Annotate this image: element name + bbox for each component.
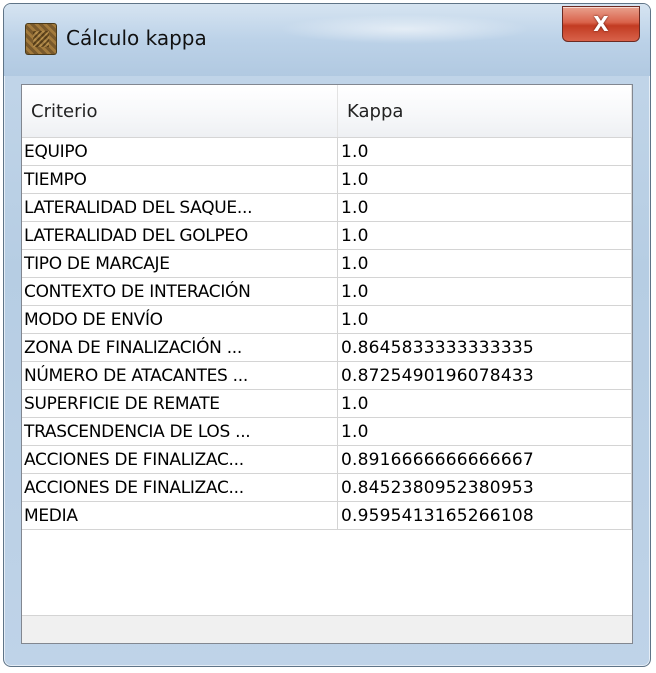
- criterio-cell: EQUIPO: [22, 138, 338, 165]
- criterio-cell: LATERALIDAD DEL SAQUE...: [22, 194, 338, 221]
- kappa-cell: 0.8916666666666667: [338, 446, 632, 473]
- kappa-cell: 1.0: [338, 250, 632, 277]
- kappa-cell: 1.0: [338, 194, 632, 221]
- kappa-cell: 0.8452380952380953: [338, 474, 632, 501]
- criterio-cell: TRASCENDENCIA DE LOS ...: [22, 418, 338, 445]
- table-row[interactable]: MODO DE ENVÍO 1.0: [22, 306, 632, 334]
- kappa-cell: 1.0: [338, 138, 632, 165]
- criterio-cell: SUPERFICIE DE REMATE: [22, 390, 338, 417]
- table-container: Criterio Kappa EQUIPO 1.0 TIEMPO 1.0 LATER…: [21, 84, 633, 644]
- kappa-cell: 1.0: [338, 278, 632, 305]
- kappa-cell: 1.0: [338, 390, 632, 417]
- table-row[interactable]: ACCIONES DE FINALIZAC... 0.89166666666666…: [22, 446, 632, 474]
- dialog-window: Cálculo kappa X Criterio Kappa EQUIPO 1.0…: [3, 3, 651, 667]
- table-row[interactable]: TIPO DE MARCAJE 1.0: [22, 250, 632, 278]
- criterio-cell: TIEMPO: [22, 166, 338, 193]
- table-row[interactable]: NÚMERO DE ATACANTES ... 0.872549019607843…: [22, 362, 632, 390]
- kappa-cell: 1.0: [338, 222, 632, 249]
- table-row[interactable]: ZONA DE FINALIZACIÓN ... 0.86458333333333…: [22, 334, 632, 362]
- kappa-cell: 0.8645833333333335: [338, 334, 632, 361]
- criterio-cell: ACCIONES DE FINALIZAC...: [22, 446, 338, 473]
- criterio-cell: ZONA DE FINALIZACIÓN ...: [22, 334, 338, 361]
- kappa-cell: 0.8725490196078433: [338, 362, 632, 389]
- close-button[interactable]: X: [562, 6, 640, 42]
- table-body: EQUIPO 1.0 TIEMPO 1.0 LATERALIDAD DEL SAQU…: [22, 138, 632, 530]
- status-bar: [22, 615, 632, 643]
- close-icon: X: [593, 12, 609, 36]
- criterio-cell: NÚMERO DE ATACANTES ...: [22, 362, 338, 389]
- kappa-cell: 1.0: [338, 418, 632, 445]
- table-row[interactable]: ACCIONES DE FINALIZAC... 0.84523809523809…: [22, 474, 632, 502]
- kappa-cell: 1.0: [338, 166, 632, 193]
- criterio-cell: ACCIONES DE FINALIZAC...: [22, 474, 338, 501]
- criterio-cell: CONTEXTO DE INTERACIÓN: [22, 278, 338, 305]
- window-title: Cálculo kappa: [66, 26, 207, 50]
- criterio-cell: LATERALIDAD DEL GOLPEO: [22, 222, 338, 249]
- table-header: Criterio Kappa: [22, 85, 632, 138]
- title-bar[interactable]: Cálculo kappa X: [4, 4, 650, 76]
- table-row[interactable]: TRASCENDENCIA DE LOS ... 1.0: [22, 418, 632, 446]
- table-row[interactable]: SUPERFICIE DE REMATE 1.0: [22, 390, 632, 418]
- table-row[interactable]: EQUIPO 1.0: [22, 138, 632, 166]
- column-header-kappa[interactable]: Kappa: [338, 85, 632, 137]
- kappa-table: Criterio Kappa EQUIPO 1.0 TIEMPO 1.0 LATER…: [22, 85, 632, 530]
- app-icon: [26, 24, 56, 54]
- table-row[interactable]: LATERALIDAD DEL GOLPEO 1.0: [22, 222, 632, 250]
- table-row[interactable]: MEDIA 0.9595413165266108: [22, 502, 632, 530]
- table-row[interactable]: LATERALIDAD DEL SAQUE... 1.0: [22, 194, 632, 222]
- column-header-criterio[interactable]: Criterio: [22, 85, 338, 137]
- kappa-cell: 1.0: [338, 306, 632, 333]
- table-row[interactable]: CONTEXTO DE INTERACIÓN 1.0: [22, 278, 632, 306]
- table-row[interactable]: TIEMPO 1.0: [22, 166, 632, 194]
- criterio-cell: MODO DE ENVÍO: [22, 306, 338, 333]
- criterio-cell: MEDIA: [22, 502, 338, 529]
- kappa-cell: 0.9595413165266108: [338, 502, 632, 529]
- criterio-cell: TIPO DE MARCAJE: [22, 250, 338, 277]
